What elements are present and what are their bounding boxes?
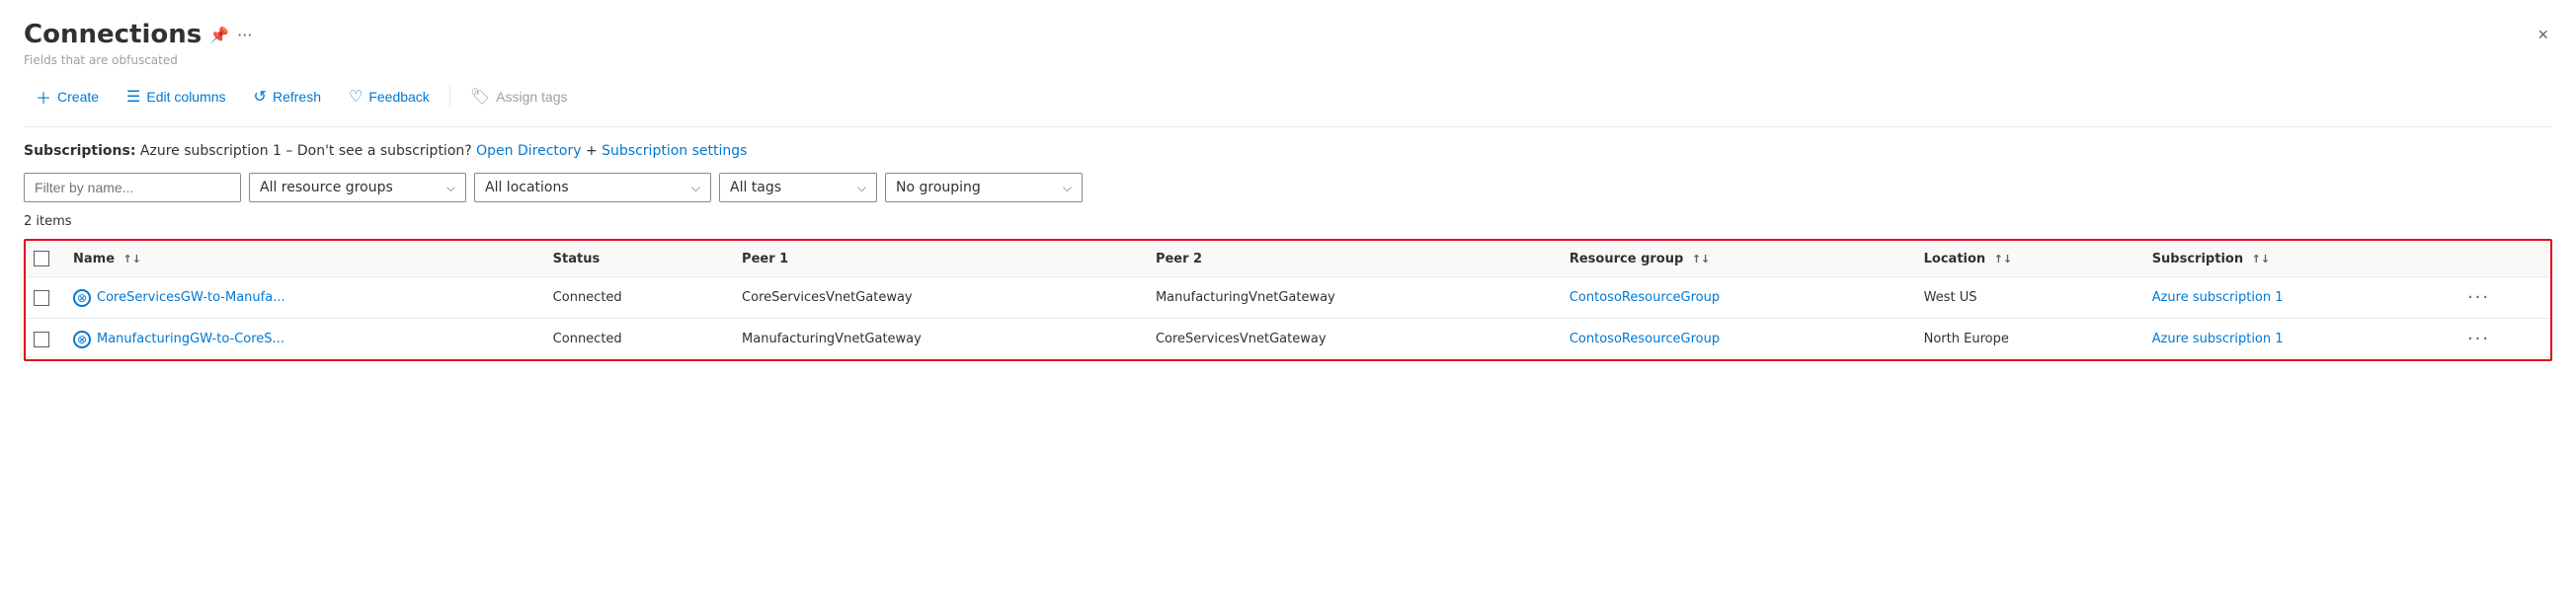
status-cell: Connected [541,319,730,360]
chevron-down-icon: ⌵ [691,181,700,195]
peer2-cell: CoreServicesVnetGateway [1144,319,1558,360]
peer1-cell: ManufacturingVnetGateway [730,319,1144,360]
header-row: Name ↑↓ Status Peer 1 Peer 2 Resource gr… [26,241,2550,277]
columns-icon: ☰ [126,87,140,107]
connected-status-icon: ⊗ [73,331,91,348]
subscriptions-separator: + [586,143,602,159]
feedback-label: Feedback [368,89,429,105]
refresh-icon: ↺ [254,87,267,107]
open-directory-link[interactable]: Open Directory [476,143,581,159]
select-all-checkbox[interactable] [34,251,49,266]
table-header: Name ↑↓ Status Peer 1 Peer 2 Resource gr… [26,241,2550,277]
locations-dropdown[interactable]: All locations ⌵ [474,173,711,202]
filters-row: All resource groups ⌵ All locations ⌵ Al… [24,173,2552,202]
resource-group-cell: ContosoResourceGroup [1558,319,1912,360]
subscription-link[interactable]: Azure subscription 1 [2152,290,2284,305]
grouping-label: No grouping [896,180,981,195]
sort-icon: ↑↓ [2252,253,2270,265]
row-more-button[interactable]: ··· [2467,329,2490,349]
resource-groups-label: All resource groups [260,180,393,195]
feedback-button[interactable]: ♡ Feedback [337,81,442,113]
subscriptions-bar: Subscriptions: Azure subscription 1 – Do… [24,143,2552,159]
name-cell: ⊗ CoreServicesGW-to-Manufa... [61,277,541,319]
location-cell: West US [1912,277,2140,319]
select-all-col [26,241,61,277]
chevron-down-icon: ⌵ [857,181,866,195]
resource-group-link[interactable]: ContosoResourceGroup [1570,332,1720,346]
peer2-col-header: Peer 2 [1144,241,1558,277]
subscription-link[interactable]: Azure subscription 1 [2152,332,2284,346]
subscription-cell: Azure subscription 1 [2140,319,2455,360]
row-checkbox[interactable] [34,332,49,347]
subscription-cell: Azure subscription 1 [2140,277,2455,319]
create-button[interactable]: ＋ Create [24,79,111,114]
resource-group-col-header[interactable]: Resource group ↑↓ [1558,241,1912,277]
peer1-cell: CoreServicesVnetGateway [730,277,1144,319]
row-checkbox[interactable] [34,290,49,306]
table-row: ⊗ ManufacturingGW-to-CoreS... Connected … [26,319,2550,360]
connections-table: Name ↑↓ Status Peer 1 Peer 2 Resource gr… [26,241,2550,359]
pin-icon[interactable]: 📌 [209,26,229,44]
resource-group-cell: ContosoResourceGroup [1558,277,1912,319]
plus-icon: ＋ [36,85,51,109]
page-subtitle: Fields that are obfuscated [24,53,2552,67]
status-col-header: Status [541,241,730,277]
row-more-button[interactable]: ··· [2467,287,2490,308]
resource-groups-dropdown[interactable]: All resource groups ⌵ [249,173,466,202]
feedback-icon: ♡ [349,87,362,107]
name-filter-input[interactable] [24,173,241,202]
subscription-col-header[interactable]: Subscription ↑↓ [2140,241,2455,277]
connection-name-link[interactable]: CoreServicesGW-to-Manufa... [97,290,285,305]
toolbar-separator [449,85,450,109]
grouping-dropdown[interactable]: No grouping ⌵ [885,173,1083,202]
refresh-button[interactable]: ↺ Refresh [242,81,333,113]
actions-col-header [2455,241,2550,277]
table-body: ⊗ CoreServicesGW-to-Manufa... Connected … [26,277,2550,360]
create-label: Create [57,89,99,105]
connection-name-link[interactable]: ManufacturingGW-to-CoreS... [97,332,284,346]
more-icon[interactable]: ··· [237,26,252,44]
tags-label: All tags [730,180,781,195]
assign-tags-label: Assign tags [496,89,567,105]
tags-dropdown[interactable]: All tags ⌵ [719,173,877,202]
name-cell: ⊗ ManufacturingGW-to-CoreS... [61,319,541,360]
locations-label: All locations [485,180,569,195]
row-actions-cell: ··· [2455,277,2550,319]
sort-icon: ↑↓ [123,253,141,265]
tag-icon: 🏷 [470,87,490,107]
row-checkbox-cell [26,277,61,319]
peer2-cell: ManufacturingVnetGateway [1144,277,1558,319]
subscription-settings-link[interactable]: Subscription settings [602,143,747,159]
close-button[interactable]: × [2534,21,2552,49]
location-col-header[interactable]: Location ↑↓ [1912,241,2140,277]
items-count: 2 items [24,214,2552,229]
sort-icon: ↑↓ [1692,253,1710,265]
subscriptions-label: Subscriptions: [24,143,135,159]
toolbar: ＋ Create ☰ Edit columns ↺ Refresh ♡ Feed… [24,79,2552,127]
subscriptions-text: Azure subscription 1 – Don't see a subsc… [140,143,472,159]
location-cell: North Europe [1912,319,2140,360]
resource-group-link[interactable]: ContosoResourceGroup [1570,290,1720,305]
connections-table-container: Name ↑↓ Status Peer 1 Peer 2 Resource gr… [24,239,2552,361]
row-actions-cell: ··· [2455,319,2550,360]
table-row: ⊗ CoreServicesGW-to-Manufa... Connected … [26,277,2550,319]
page-header: Connections 📌 ··· × [24,20,2552,49]
chevron-down-icon: ⌵ [446,181,455,195]
row-checkbox-cell [26,319,61,360]
chevron-down-icon: ⌵ [1063,181,1072,195]
peer1-col-header: Peer 1 [730,241,1144,277]
page-title: Connections [24,20,201,49]
refresh-label: Refresh [273,89,321,105]
edit-columns-button[interactable]: ☰ Edit columns [115,81,238,113]
sort-icon: ↑↓ [1994,253,2012,265]
edit-columns-label: Edit columns [146,89,225,105]
assign-tags-button[interactable]: 🏷 Assign tags [458,81,580,113]
connected-status-icon: ⊗ [73,289,91,307]
name-col-header[interactable]: Name ↑↓ [61,241,541,277]
title-row: Connections 📌 ··· [24,20,252,49]
status-cell: Connected [541,277,730,319]
